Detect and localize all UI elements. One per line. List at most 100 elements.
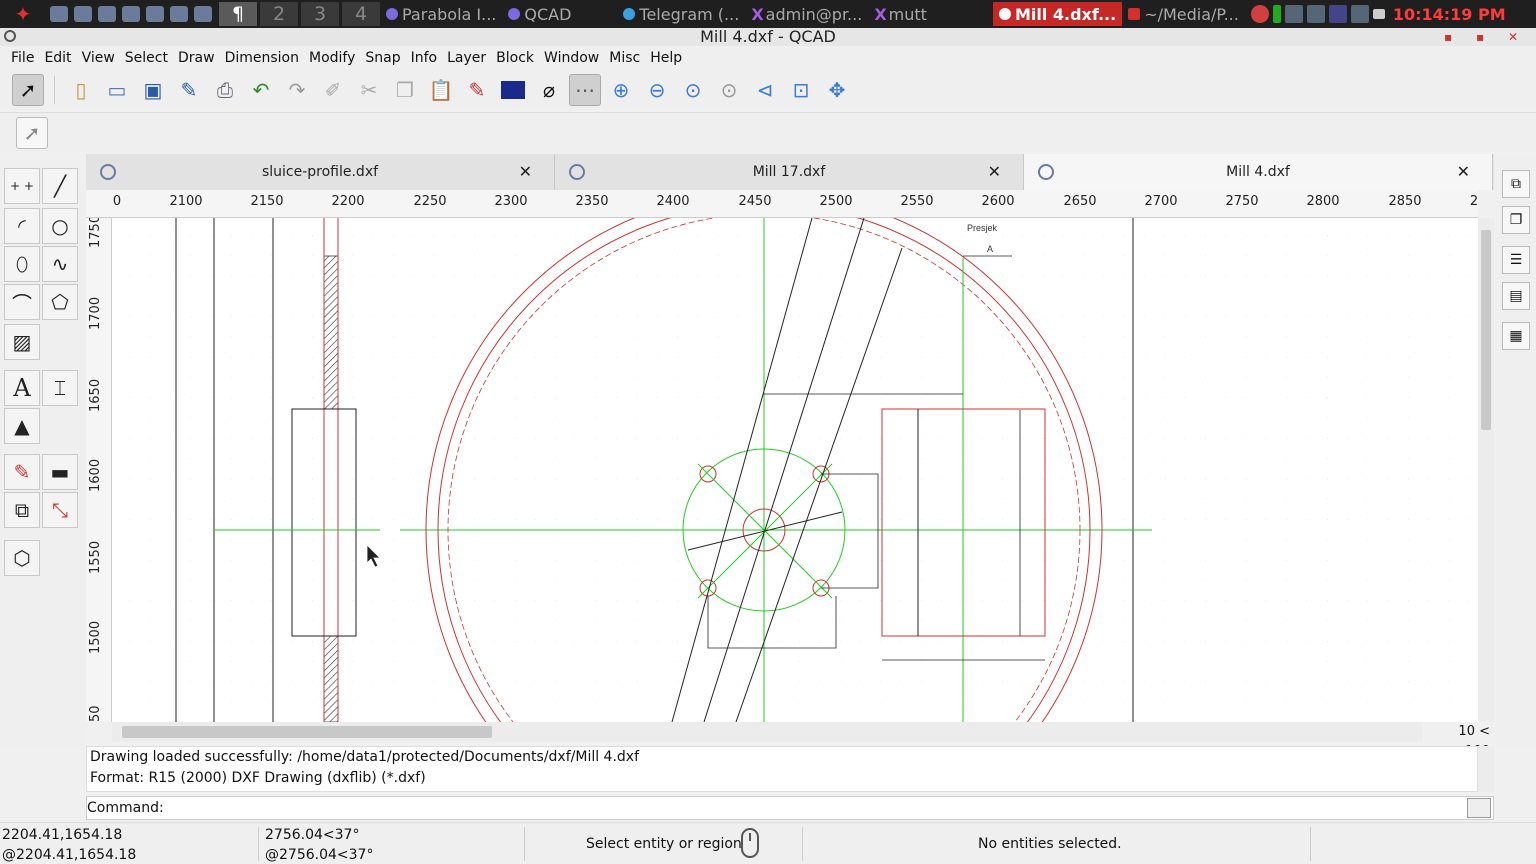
block-list-button[interactable]: ❐ xyxy=(1502,206,1530,234)
line-tool-button[interactable]: ╱ xyxy=(42,168,78,204)
zoom-selection-button[interactable]: ⊙ xyxy=(713,74,745,106)
menu-modify[interactable]: Modify xyxy=(304,50,360,66)
game-launcher-icon[interactable] xyxy=(98,6,116,22)
drawing-svg[interactable]: Presjek A xyxy=(112,218,1478,722)
options-pointer-button[interactable]: ➚ xyxy=(16,117,48,149)
shape-tool-button[interactable]: ⬠ xyxy=(42,284,78,320)
spline-tool-button[interactable]: ∿ xyxy=(42,246,78,282)
tab-mill-4[interactable]: Mill 4.dxf ✕ xyxy=(1024,154,1493,190)
measure-tool-button[interactable]: ▬ xyxy=(42,454,78,490)
favorites-launcher-icon[interactable] xyxy=(74,6,92,22)
property-editor-button[interactable]: ⧉ xyxy=(1502,170,1530,198)
close-icon[interactable]: ✕ xyxy=(988,162,1001,181)
polyline-tool-button[interactable]: ⌒ xyxy=(4,284,40,320)
window-controls[interactable]: ▪ ▪ ✕ xyxy=(1444,28,1528,46)
library-browser-button[interactable]: ▤ xyxy=(1502,282,1530,310)
canvas-horizontal-scrollbar[interactable] xyxy=(112,722,1422,742)
menu-select[interactable]: Select xyxy=(120,50,173,66)
select-pointer-button[interactable]: ➚ xyxy=(12,74,44,106)
workspace-2[interactable]: 2 xyxy=(260,2,298,26)
file-manager-launcher-icon[interactable] xyxy=(146,6,164,22)
arc-tool-button[interactable]: ◜ xyxy=(4,208,40,244)
menu-help[interactable]: Help xyxy=(645,50,687,66)
task-mill4[interactable]: Mill 4.dxf... xyxy=(992,2,1123,26)
tab-mill-17[interactable]: Mill 17.dxf ✕ xyxy=(555,154,1024,190)
point-tool-button[interactable]: + + xyxy=(4,168,40,204)
start-menu-icon[interactable]: ✦ xyxy=(0,0,46,28)
menu-info[interactable]: Info xyxy=(406,50,443,66)
display-icon[interactable] xyxy=(1328,5,1347,23)
new-file-button[interactable]: ▯ xyxy=(65,74,97,106)
modify-tool-button[interactable]: ✎ xyxy=(4,454,40,490)
task-admin[interactable]: Xadmin@pr... xyxy=(745,2,868,26)
menu-draw[interactable]: Draw xyxy=(173,50,220,66)
3d-tool-button[interactable]: ⬡ xyxy=(4,540,40,576)
pan-button[interactable]: ✥ xyxy=(821,74,853,106)
zoom-auto-button[interactable]: ⊙ xyxy=(677,74,709,106)
task-qcad[interactable]: QCAD xyxy=(502,2,577,26)
menu-dimension[interactable]: Dimension xyxy=(220,50,304,66)
dimension-tool-button[interactable]: ⌶ xyxy=(42,370,78,406)
history-scrollbar[interactable] xyxy=(1478,746,1494,792)
browser-launcher-icon[interactable] xyxy=(194,6,212,22)
task-mutt[interactable]: Xmutt xyxy=(868,2,933,26)
image-tool-button[interactable]: ▲ xyxy=(4,408,40,444)
pen-button[interactable]: ✎ xyxy=(461,74,493,106)
text-tool-button[interactable]: A xyxy=(4,370,40,406)
redo-button[interactable]: ↷ xyxy=(281,74,313,106)
menu-view[interactable]: View xyxy=(77,50,120,66)
command-input[interactable] xyxy=(163,798,1467,818)
canvas-vertical-scrollbar[interactable] xyxy=(1478,218,1494,722)
ellipse-tool-button[interactable]: ⬯ xyxy=(4,246,40,282)
cut-button[interactable]: ✂ xyxy=(353,74,385,106)
save-as-button[interactable]: ✎ xyxy=(173,74,205,106)
hatch-tool-button[interactable]: ▨ xyxy=(4,324,40,360)
workspace-4[interactable]: 4 xyxy=(342,2,380,26)
volume-icon[interactable] xyxy=(1350,5,1369,23)
menu-snap[interactable]: Snap xyxy=(360,50,405,66)
monitor-launcher-icon[interactable] xyxy=(122,6,140,22)
block-tool-button[interactable]: ⧉ xyxy=(4,492,40,528)
tab-sluice-profile[interactable]: sluice-profile.dxf ✕ xyxy=(86,154,555,190)
window-menu-icon[interactable] xyxy=(4,30,16,42)
draft-mode-button[interactable]: ⌀ xyxy=(533,74,565,106)
search-launcher-icon[interactable] xyxy=(170,6,188,22)
paste-button[interactable]: 📋 xyxy=(425,74,457,106)
open-file-button[interactable]: ▭ xyxy=(101,74,133,106)
terminal-launcher-icon[interactable] xyxy=(50,6,68,22)
close-icon[interactable]: ✕ xyxy=(1457,162,1470,181)
zoom-previous-button[interactable]: ⊲ xyxy=(749,74,781,106)
drawing-canvas[interactable]: Presjek A xyxy=(112,218,1478,722)
copy-button[interactable]: ❐ xyxy=(389,74,421,106)
menu-file[interactable]: File xyxy=(6,50,39,66)
menu-edit[interactable]: Edit xyxy=(39,50,76,66)
zoom-window-button[interactable]: ⊡ xyxy=(785,74,817,106)
task-parabola[interactable]: Parabola I... xyxy=(380,2,502,26)
select-tool-button[interactable]: ⤡ xyxy=(42,492,78,528)
edit-button[interactable]: ✐ xyxy=(317,74,349,106)
scroll-thumb[interactable] xyxy=(122,726,492,738)
menu-window[interactable]: Window xyxy=(539,50,604,66)
scroll-thumb[interactable] xyxy=(1481,230,1491,430)
zoom-out-button[interactable]: ⊖ xyxy=(641,74,673,106)
zoom-in-button[interactable]: ⊕ xyxy=(605,74,637,106)
menu-block[interactable]: Block xyxy=(491,50,539,66)
menu-layer[interactable]: Layer xyxy=(442,50,491,66)
cpu-graph-icon[interactable] xyxy=(1284,5,1303,23)
circle-tool-button[interactable]: ○ xyxy=(42,208,78,244)
grid-toggle-button[interactable]: ⋯ xyxy=(569,74,601,106)
workspace-3[interactable]: 3 xyxy=(301,2,339,26)
task-media[interactable]: ~/Media/P... xyxy=(1122,2,1245,26)
print-button[interactable]: ⎙ xyxy=(209,74,241,106)
layer-list-button[interactable]: ☰ xyxy=(1502,246,1530,274)
draw-toolbar-button[interactable] xyxy=(497,74,529,106)
menu-misc[interactable]: Misc xyxy=(604,50,645,66)
task-telegram[interactable]: Telegram (... xyxy=(617,2,745,26)
notification-icon[interactable] xyxy=(1250,5,1269,23)
undo-button[interactable]: ↶ xyxy=(245,74,277,106)
close-icon[interactable]: ✕ xyxy=(519,162,532,181)
command-list-button[interactable]: ▦ xyxy=(1502,322,1530,350)
command-history-button[interactable] xyxy=(1467,798,1491,818)
clock[interactable]: 10:14:19 PM xyxy=(1393,5,1506,24)
mail-icon[interactable] xyxy=(1372,9,1385,19)
